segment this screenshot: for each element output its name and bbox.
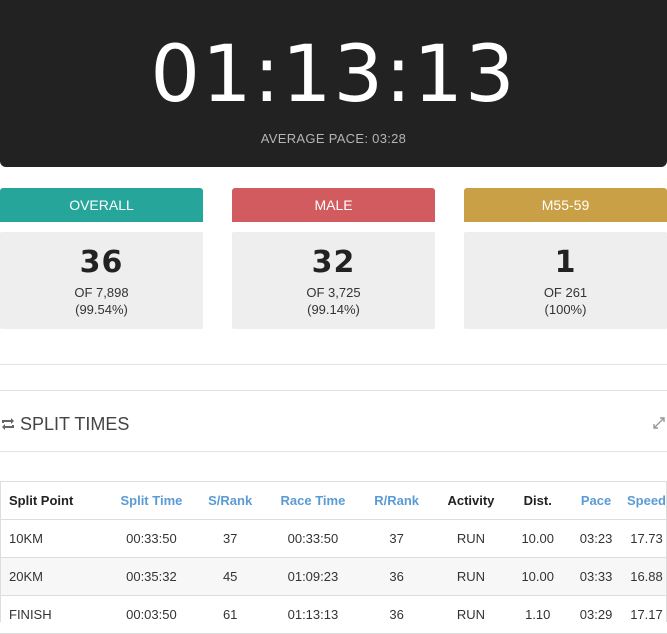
rank-total: OF 3,725: [306, 285, 361, 300]
cell-split-time: 00:33:50: [107, 519, 196, 558]
cell-race-rank: 36: [360, 595, 433, 634]
cell-pace: 03:33: [566, 557, 626, 596]
cell-split-rank: 37: [195, 519, 266, 558]
table-row: 20KM 00:35:32 45 01:09:23 36 RUN 10.00 0…: [0, 557, 667, 596]
column-header-split-time[interactable]: Split Time: [107, 481, 196, 520]
rank-card-age-group: M55-59 1 OF 261 (100%): [464, 188, 667, 329]
rank-total: OF 261: [543, 285, 588, 300]
rank-card-header: M55-59: [464, 188, 667, 222]
section-divider: [0, 390, 667, 391]
cell-race-time: 01:09:23: [265, 557, 361, 596]
cell-split-time: 00:35:32: [107, 557, 196, 596]
cell-activity: RUN: [432, 557, 510, 596]
table-row: FINISH 00:03:50 61 01:13:13 36 RUN 1.10 …: [0, 595, 667, 634]
column-header-race-rank[interactable]: R/Rank: [360, 481, 433, 520]
rank-card-overall: OVERALL 36 OF 7,898 (99.54%): [0, 188, 203, 329]
column-header-pace[interactable]: Pace: [566, 481, 626, 520]
cell-split-rank: 45: [195, 557, 266, 596]
rank-card-gender: MALE 32 OF 3,725 (99.14%): [232, 188, 435, 329]
cell-split-point: FINISH: [0, 595, 108, 634]
expand-icon[interactable]: [653, 416, 665, 429]
cell-activity: RUN: [432, 595, 510, 634]
rank-card-body: 32 OF 3,725 (99.14%): [232, 232, 435, 329]
rank-value: 36: [79, 245, 124, 280]
section-divider: [0, 451, 667, 452]
cell-split-point: 20KM: [0, 557, 108, 596]
rank-total: OF 7,898: [74, 285, 129, 300]
cell-pace: 03:23: [566, 519, 626, 558]
column-header-race-time[interactable]: Race Time: [265, 481, 361, 520]
cell-split-point: 10KM: [0, 519, 108, 558]
average-pace: AVERAGE PACE: 03:28: [260, 131, 407, 146]
cell-distance: 10.00: [509, 519, 567, 558]
rank-card-body: 36 OF 7,898 (99.54%): [0, 232, 203, 329]
rank-percentile: (99.14%): [307, 302, 360, 317]
column-header-activity: Activity: [432, 481, 510, 520]
table-row: 10KM 00:33:50 37 00:33:50 37 RUN 10.00 0…: [0, 519, 667, 558]
section-divider: [0, 364, 667, 365]
rank-value: 32: [311, 245, 356, 280]
table-header-row: Split Point Split Time S/Rank Race Time …: [0, 481, 667, 520]
cell-race-time: 00:33:50: [265, 519, 361, 558]
cell-split-time: 00:03:50: [107, 595, 196, 634]
cell-activity: RUN: [432, 519, 510, 558]
cell-race-time: 01:13:13: [265, 595, 361, 634]
split-times-title: SPLIT TIMES: [20, 414, 130, 434]
finish-time: 01:13:13: [150, 30, 517, 120]
rank-percentile: (100%): [544, 302, 587, 317]
split-times-heading: SPLIT TIMES: [0, 412, 129, 436]
cell-distance: 1.10: [509, 595, 567, 634]
refresh-icon: [0, 413, 16, 437]
rank-value: 1: [554, 245, 577, 280]
rank-card-body: 1 OF 261 (100%): [464, 232, 667, 329]
cell-pace: 03:29: [566, 595, 626, 634]
rank-percentile: (99.54%): [75, 302, 128, 317]
cell-speed: 16.88: [625, 557, 667, 596]
cell-race-rank: 36: [360, 557, 433, 596]
split-times-table: Split Point Split Time S/Rank Race Time …: [0, 481, 667, 634]
finish-time-banner: 01:13:13 AVERAGE PACE: 03:28: [0, 0, 667, 167]
cell-split-rank: 61: [195, 595, 266, 634]
column-header-distance: Dist.: [509, 481, 567, 520]
cell-speed: 17.73: [625, 519, 667, 558]
cell-race-rank: 37: [360, 519, 433, 558]
column-header-split-rank[interactable]: S/Rank: [195, 481, 266, 520]
rank-card-header: OVERALL: [0, 188, 203, 222]
cell-distance: 10.00: [509, 557, 567, 596]
rank-card-header: MALE: [232, 188, 435, 222]
column-header-split-point: Split Point: [0, 481, 108, 520]
column-header-speed[interactable]: Speed: [625, 481, 667, 520]
cell-speed: 17.17: [625, 595, 667, 634]
